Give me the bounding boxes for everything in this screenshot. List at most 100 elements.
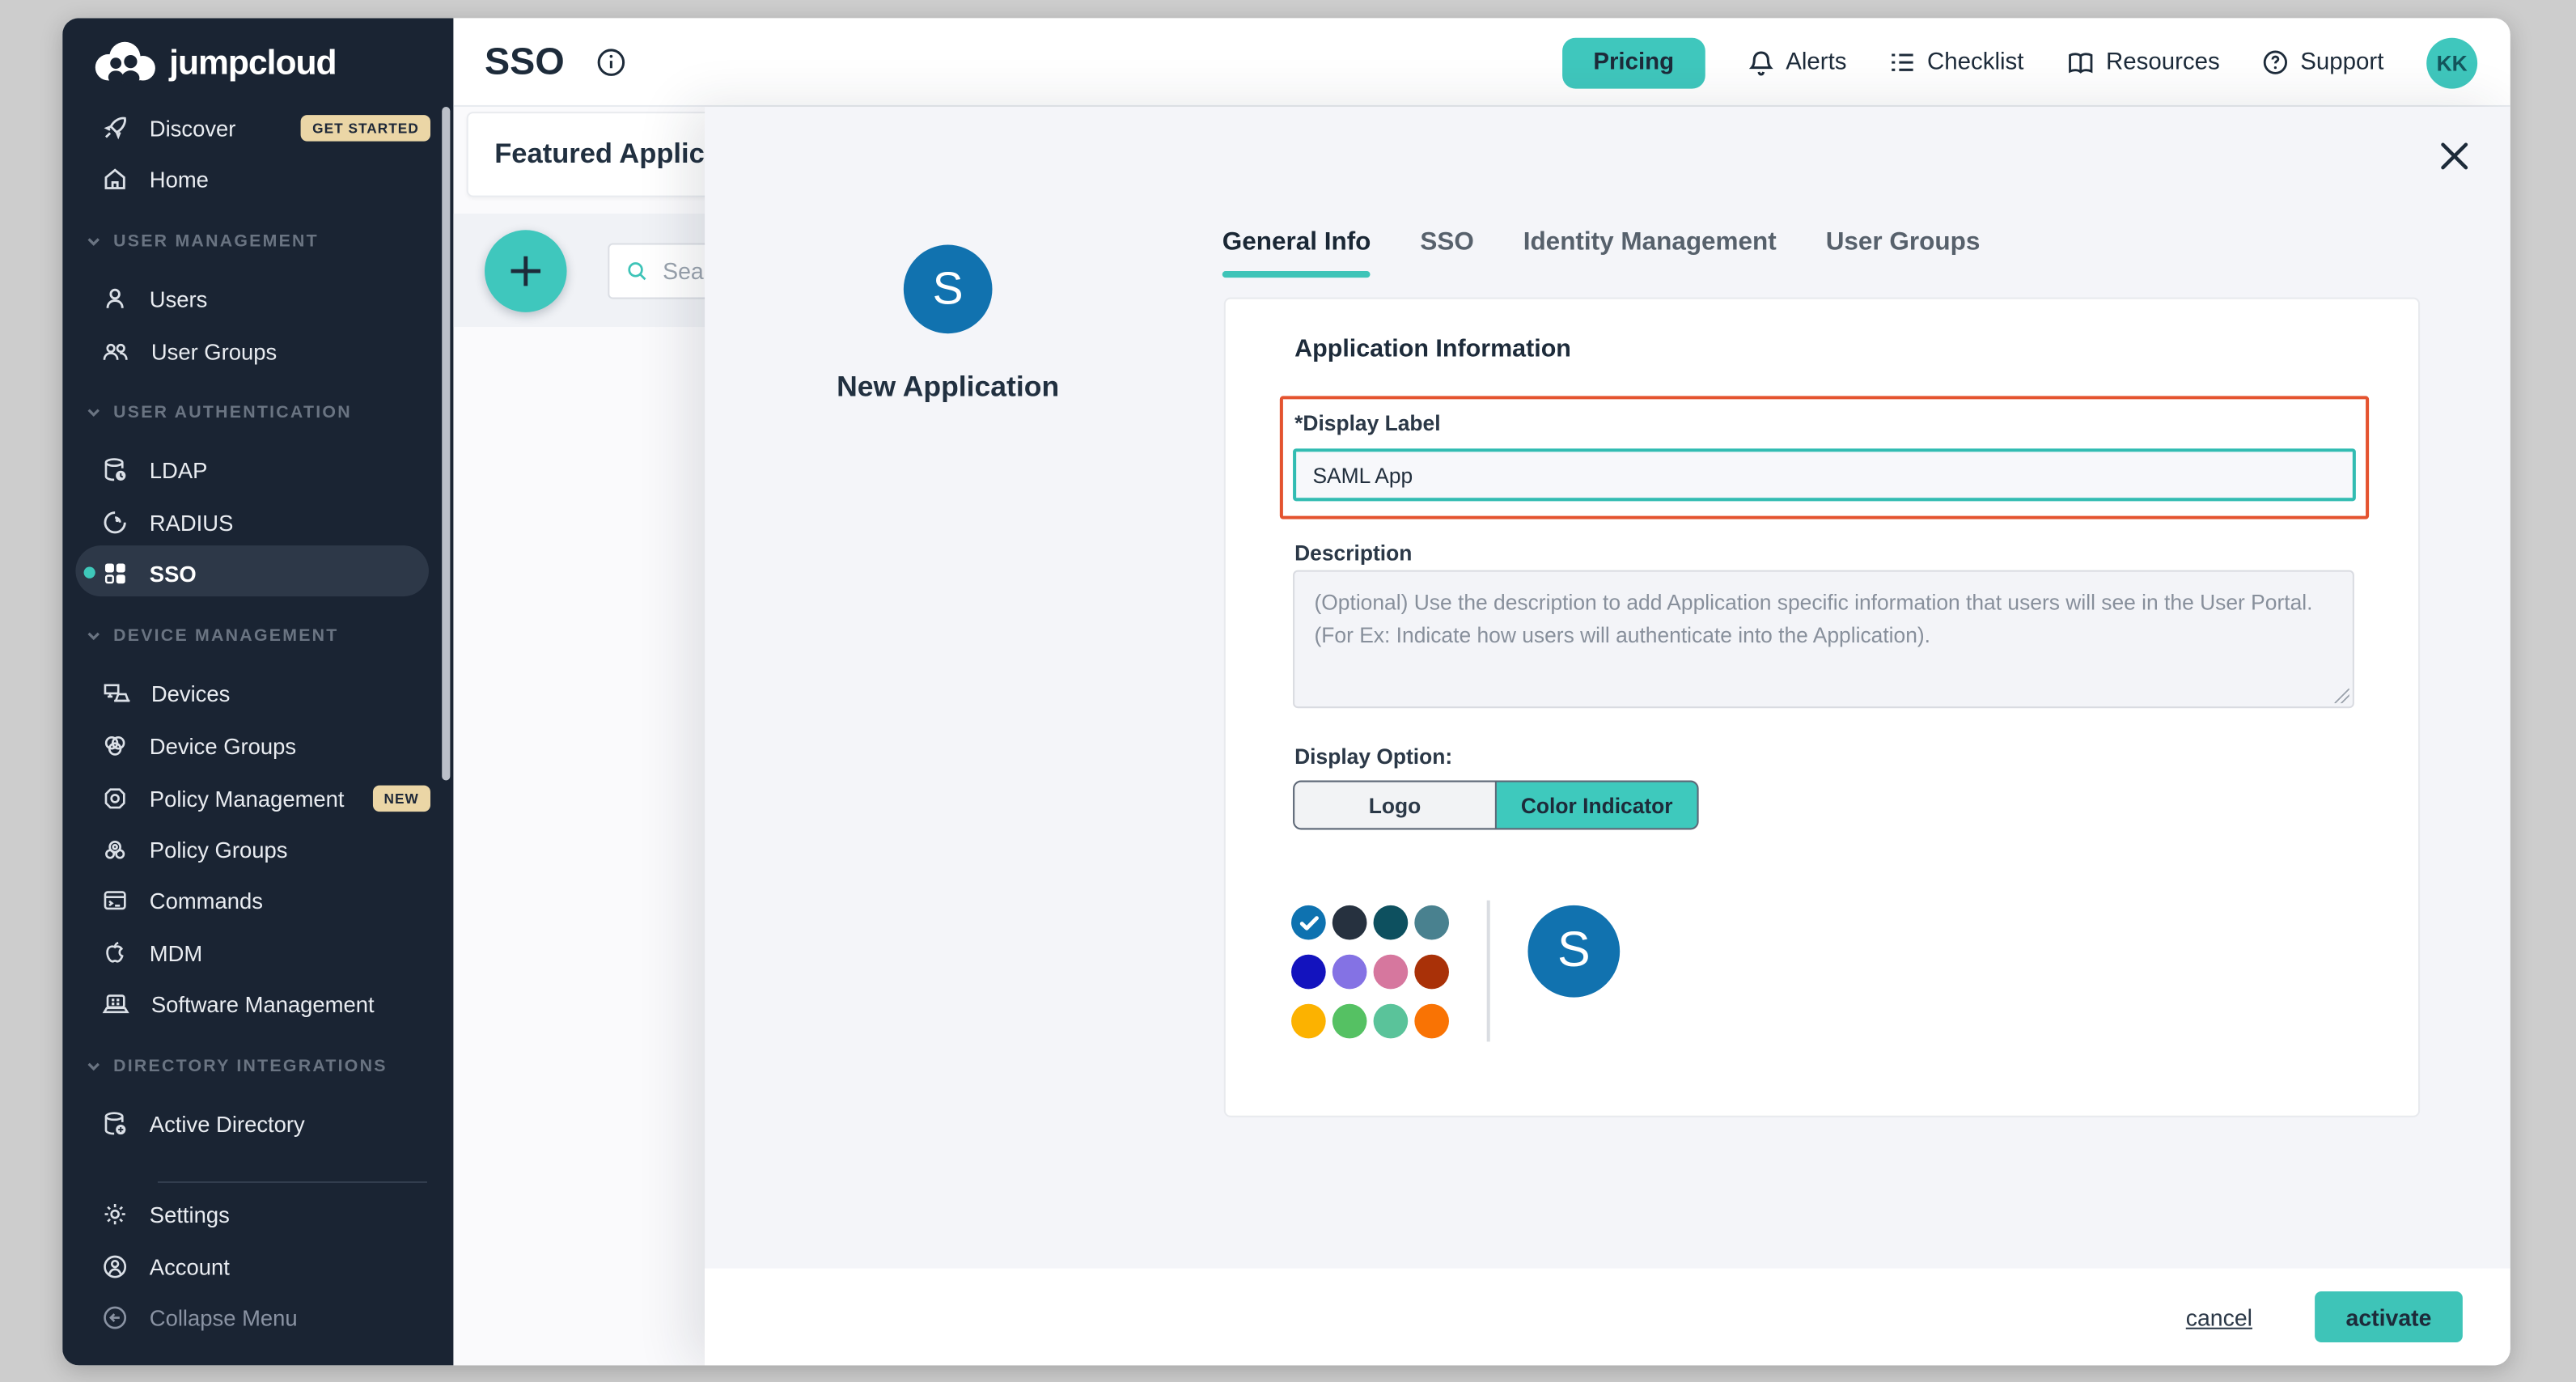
color-swatch[interactable] [1414, 955, 1449, 990]
color-swatch[interactable] [1332, 1004, 1367, 1039]
checklist-button[interactable]: Checklist [1889, 49, 2023, 75]
display-label-input[interactable] [1293, 448, 2356, 501]
sidebar-item-collapse-menu[interactable]: Collapse Menu [102, 1296, 430, 1339]
sidebar-item-policy-management[interactable]: Policy Management NEW [102, 777, 430, 820]
sidebar-item-sso[interactable]: SSO [102, 552, 430, 595]
sidebar-item-discover[interactable]: Discover GET STARTED [102, 107, 430, 150]
sidebar-section-directory-integrations[interactable]: DIRECTORY INTEGRATIONS [87, 1053, 430, 1079]
color-swatch[interactable] [1374, 955, 1409, 990]
apple-icon [102, 940, 128, 966]
database-clock-icon [102, 457, 128, 483]
display-label-label: *Display Label [1294, 411, 1440, 435]
sidebar-item-label: Discover [150, 116, 236, 140]
sidebar-item-user-groups[interactable]: User Groups [102, 330, 430, 373]
sidebar-item-software-management[interactable]: Software Management [102, 982, 430, 1025]
description-label: Description [1294, 541, 1412, 565]
policy-groups-icon [102, 837, 128, 863]
close-icon [2438, 139, 2471, 172]
chevron-down-icon [87, 631, 100, 641]
terminal-icon [102, 888, 128, 914]
color-swatch[interactable] [1374, 1004, 1409, 1039]
collapse-arrow-icon [102, 1304, 128, 1330]
sidebar-item-label: Home [150, 167, 209, 191]
sidebar-item-policy-groups[interactable]: Policy Groups [102, 828, 430, 871]
sidebar-item-label: LDAP [150, 458, 208, 482]
sidebar-item-label: Collapse Menu [150, 1305, 298, 1329]
page-title: SSO [485, 40, 565, 84]
sidebar-scrollbar[interactable] [442, 107, 450, 781]
color-swatch[interactable] [1332, 905, 1367, 940]
color-swatch[interactable] [1332, 955, 1367, 990]
home-icon [102, 166, 128, 192]
sidebar-item-account[interactable]: Account [102, 1245, 430, 1288]
sidebar-item-ldap[interactable]: LDAP [102, 448, 430, 491]
add-application-button[interactable] [485, 230, 567, 312]
color-swatch[interactable] [1374, 905, 1409, 940]
app-avatar: S [904, 245, 993, 334]
description-textarea[interactable] [1293, 570, 2354, 709]
sidebar-item-active-directory[interactable]: Active Directory [102, 1103, 430, 1146]
sidebar-item-home[interactable]: Home [102, 158, 430, 201]
devices-icon [102, 680, 130, 706]
alerts-button[interactable]: Alerts [1748, 49, 1847, 77]
database-windows-icon [102, 1111, 128, 1137]
sidebar-item-label: Device Groups [150, 734, 296, 758]
sidebar-item-settings[interactable]: Settings [102, 1193, 430, 1236]
display-option-label: Display Option: [1294, 744, 1452, 769]
sidebar-item-radius[interactable]: RADIUS [102, 501, 430, 544]
question-circle-icon [2263, 49, 2289, 75]
sidebar-item-commands[interactable]: Commands [102, 879, 430, 922]
tab-sso[interactable]: SSO [1420, 228, 1473, 278]
policy-icon [102, 786, 128, 812]
color-swatch[interactable] [1291, 955, 1326, 990]
color-swatch[interactable] [1414, 905, 1449, 940]
option-logo[interactable]: Logo [1294, 782, 1495, 829]
get-started-badge: GET STARTED [301, 115, 430, 141]
user-avatar[interactable]: KK [2426, 37, 2477, 88]
support-button[interactable]: Support [2263, 49, 2384, 75]
sidebar-item-label: Users [150, 286, 208, 311]
description-field-wrap [1293, 570, 2354, 709]
check-icon [1299, 914, 1318, 931]
display-option-toggle: Logo Color Indicator [1293, 781, 1699, 830]
resize-handle[interactable] [2334, 689, 2349, 703]
sidebar-item-label: User Groups [151, 339, 277, 363]
tab-user-groups[interactable]: User Groups [1826, 228, 1981, 278]
book-icon [2066, 50, 2095, 74]
tab-general-info[interactable]: General Info [1222, 228, 1371, 278]
option-color-indicator[interactable]: Color Indicator [1497, 782, 1697, 829]
sidebar-item-label: Active Directory [150, 1112, 305, 1136]
sidebar-item-devices[interactable]: Devices [102, 672, 430, 715]
sidebar-section-device-management[interactable]: DEVICE MANAGEMENT [87, 623, 430, 649]
rocket-icon [102, 115, 128, 141]
radius-icon [102, 509, 128, 535]
sidebar-item-label: Account [150, 1254, 230, 1278]
sidebar-item-device-groups[interactable]: Device Groups [102, 724, 430, 767]
activate-button[interactable]: activate [2315, 1291, 2463, 1342]
app-window: jumpcloud Discover GET STARTED Home USER… [62, 18, 2510, 1365]
cancel-link[interactable]: cancel [2186, 1304, 2252, 1329]
color-swatch-selected[interactable] [1291, 905, 1326, 940]
tab-identity-management[interactable]: Identity Management [1523, 228, 1777, 278]
sidebar-item-label: RADIUS [150, 511, 234, 535]
sidebar: jumpcloud Discover GET STARTED Home USER… [62, 18, 453, 1365]
resources-button[interactable]: Resources [2066, 49, 2219, 75]
color-swatch[interactable] [1291, 1004, 1326, 1039]
sidebar-section-user-management[interactable]: USER MANAGEMENT [87, 228, 430, 254]
sidebar-item-label: Commands [150, 888, 263, 913]
venn-circles-icon [102, 733, 128, 759]
sidebar-item-label: Devices [151, 681, 231, 706]
close-button[interactable] [2426, 129, 2482, 185]
sidebar-section-user-authentication[interactable]: USER AUTHENTICATION [87, 399, 430, 425]
gear-icon [102, 1201, 128, 1227]
pricing-button[interactable]: Pricing [1562, 37, 1705, 88]
logo-text: jumpcloud [169, 44, 336, 83]
sidebar-item-users[interactable]: Users [102, 278, 430, 320]
app-name: New Application [751, 370, 1145, 405]
info-icon[interactable] [595, 47, 625, 77]
software-laptop-icon [102, 990, 130, 1016]
card-heading: Application Information [1294, 335, 1571, 363]
sidebar-item-label: Policy Management [150, 786, 345, 811]
color-swatch[interactable] [1414, 1004, 1449, 1039]
sidebar-item-mdm[interactable]: MDM [102, 931, 430, 974]
